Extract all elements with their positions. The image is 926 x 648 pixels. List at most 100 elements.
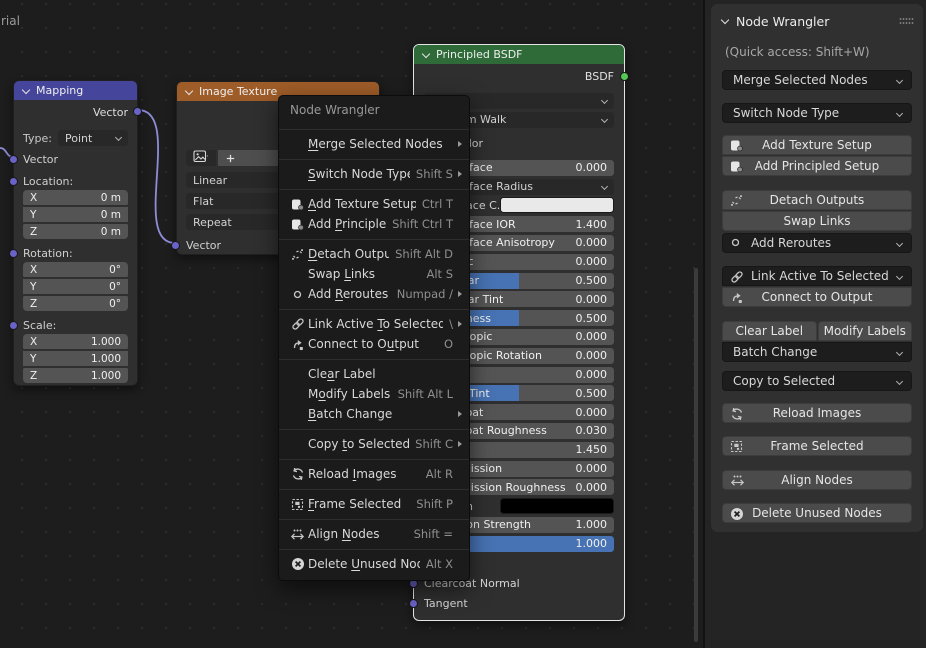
menu-item-shortcut: Shift P [416, 497, 453, 511]
mapping-value-scale-y[interactable]: Y1.000 [23, 351, 128, 366]
mapping-output-vector: Vector [23, 102, 128, 122]
collapse-chevron-icon[interactable] [22, 87, 30, 95]
mapping-value-rotation-y[interactable]: Y0° [23, 279, 128, 294]
submenu-arrow-icon [453, 321, 462, 327]
detach-icon [730, 194, 743, 210]
menu-item-label: Connect to Output [308, 337, 438, 351]
submenu-arrow-icon [453, 171, 462, 177]
mapping-value-rotation-z[interactable]: Z0° [23, 296, 128, 311]
reload-images-button[interactable]: Reload Images [722, 403, 912, 423]
node-title: Image Texture [199, 85, 277, 98]
mapping-value-location-z[interactable]: Z0 m [23, 224, 128, 239]
switch-node-type-dropdown[interactable]: Switch Node Type [722, 103, 912, 123]
submenu-arrow-icon [453, 141, 462, 147]
menu-item-shortcut: Shift C [415, 437, 453, 451]
chevron-down-icon [115, 135, 121, 141]
menu-item-add-texture-setup[interactable]: Add Texture SetupCtrl T [279, 194, 469, 214]
menu-item-modify-labels[interactable]: Modify LabelsShift Alt L [279, 384, 469, 404]
menu-item-label: Swap Links [308, 267, 420, 281]
node-mapping-header[interactable]: Mapping [14, 81, 137, 100]
menu-separator [279, 454, 469, 464]
align-icon [730, 474, 745, 490]
menu-item-reload-images[interactable]: Reload ImagesAlt R [279, 464, 469, 484]
sidebar-region: Node Wrangler (Quick access: Shift+W) Me… [703, 0, 926, 648]
menu-separator [279, 234, 469, 244]
collapse-chevron-icon[interactable] [185, 88, 193, 96]
batch-change-dropdown[interactable]: Batch Change [722, 342, 912, 362]
link-active-to-selected-dropdown[interactable]: Link Active To Selected [722, 266, 912, 286]
swap-links-button[interactable]: Swap Links [722, 211, 912, 231]
detach-outputs-button[interactable]: Detach Outputs [722, 190, 912, 210]
clear-label-button[interactable]: Clear Label [722, 321, 817, 341]
node-principled-header[interactable]: Principled BSDF [414, 45, 624, 64]
merge-selected-nodes-dropdown[interactable]: Merge Selected Nodes [722, 70, 912, 90]
color-swatch[interactable] [500, 197, 614, 213]
mapping-value-location-x[interactable]: X0 m [23, 190, 128, 205]
menu-item-add-principled-setup[interactable]: Add Principled SetupShift Ctrl T [279, 214, 469, 234]
copy-to-selected-dropdown[interactable]: Copy to Selected [722, 371, 912, 391]
input-socket-vector[interactable] [409, 599, 418, 608]
menu-item-align-nodes[interactable]: Align NodesShift = [279, 524, 469, 544]
input-socket-vector[interactable] [9, 155, 18, 164]
menu-item-copy-to-selected[interactable]: Copy to SelectedShift C [279, 434, 469, 454]
input-socket-vector[interactable] [171, 241, 180, 250]
modify-labels-button[interactable]: Modify Labels [818, 321, 913, 341]
delete-unused-nodes-button[interactable]: Delete Unused Nodes [722, 503, 912, 523]
menu-item-clear-label[interactable]: Clear Label [279, 364, 469, 384]
editor-breadcrumb-partial: rial [1, 14, 20, 28]
mapping-type-dropdown[interactable]: Point [58, 130, 128, 146]
mapping-value-scale-z[interactable]: Z1.000 [23, 368, 128, 383]
input-socket-vector[interactable] [9, 177, 18, 186]
output-icon [287, 338, 308, 351]
color-swatch[interactable] [500, 498, 614, 514]
frame-selected-button[interactable]: Frame Selected [722, 436, 912, 456]
frame-icon [287, 498, 308, 511]
canvas-vertical-scrollbar[interactable] [694, 268, 698, 642]
input-socket-vector[interactable] [9, 321, 18, 330]
align-nodes-button[interactable]: Align Nodes [722, 470, 912, 490]
menu-item-swap-links[interactable]: Swap LinksAlt S [279, 264, 469, 284]
menu-item-add-reroutes[interactable]: Add ReroutesNumpad / [279, 284, 469, 304]
delete-icon [287, 557, 308, 571]
connect-to-output-button[interactable]: Connect to Output [722, 287, 912, 307]
mapping-value-scale-x[interactable]: X1.000 [23, 334, 128, 349]
menu-item-delete-unused-nodes[interactable]: Delete Unused NodesAlt X [279, 554, 469, 574]
add-reroutes-dropdown[interactable]: Add Reroutes [722, 233, 912, 253]
menu-item-shortcut: Shift Alt D [395, 247, 453, 261]
add-texture-setup-button[interactable]: Add Texture Setup [722, 135, 912, 155]
menu-item-detach-outputs[interactable]: Detach OutputsShift Alt D [279, 244, 469, 264]
menu-item-label: Batch Change [308, 407, 453, 421]
menu-item-batch-change[interactable]: Batch Change [279, 404, 469, 424]
image-browse-dropdown[interactable] [186, 150, 216, 166]
node-mapping[interactable]: Mapping Vector Type: Point Vector Locati… [13, 80, 138, 386]
mapping-value-rotation-x[interactable]: X0° [23, 262, 128, 277]
menu-item-connect-to-output[interactable]: Connect to OutputO [279, 334, 469, 354]
detach-icon [287, 248, 308, 261]
menu-item-label: Align Nodes [308, 527, 408, 541]
menu-item-label: Merge Selected Nodes [308, 137, 453, 151]
add-principled-setup-button[interactable]: Add Principled Setup [722, 156, 912, 176]
menu-item-merge-selected-nodes[interactable]: Merge Selected Nodes [279, 134, 469, 154]
menu-item-link-active-to-selected[interactable]: Link Active To Selected\ [279, 314, 469, 334]
frame-icon [730, 440, 743, 456]
mapping-value-location-y[interactable]: Y0 m [23, 207, 128, 222]
submenu-arrow-icon [453, 441, 462, 447]
texture-setup-icon [730, 139, 743, 155]
collapse-chevron-icon[interactable] [422, 51, 430, 59]
menu-item-switch-node-type[interactable]: Switch Node TypeShift S [279, 164, 469, 184]
node-editor-canvas[interactable]: rial Mapping Vector Type: Point [0, 0, 703, 648]
menu-item-frame-selected[interactable]: Frame Selected Shift P [279, 494, 469, 514]
input-socket-vector[interactable] [9, 249, 18, 258]
delete-icon [730, 507, 744, 524]
panel-collapse-chevron-icon[interactable] [721, 17, 729, 25]
output-socket-bsdf[interactable] [620, 72, 629, 81]
panel-drag-grip-icon[interactable] [899, 17, 915, 26]
menu-item-label: Link Active To Selected [308, 317, 443, 331]
chevron-down-icon [896, 78, 902, 84]
menu-item-label: Frame Selected [308, 497, 410, 511]
output-socket-vector[interactable] [133, 107, 142, 116]
menu-item-shortcut: Alt X [426, 557, 453, 571]
menu-separator [279, 154, 469, 164]
menu-item-label: Switch Node Type [308, 167, 410, 181]
wire-mapping-to-texture [138, 110, 175, 243]
